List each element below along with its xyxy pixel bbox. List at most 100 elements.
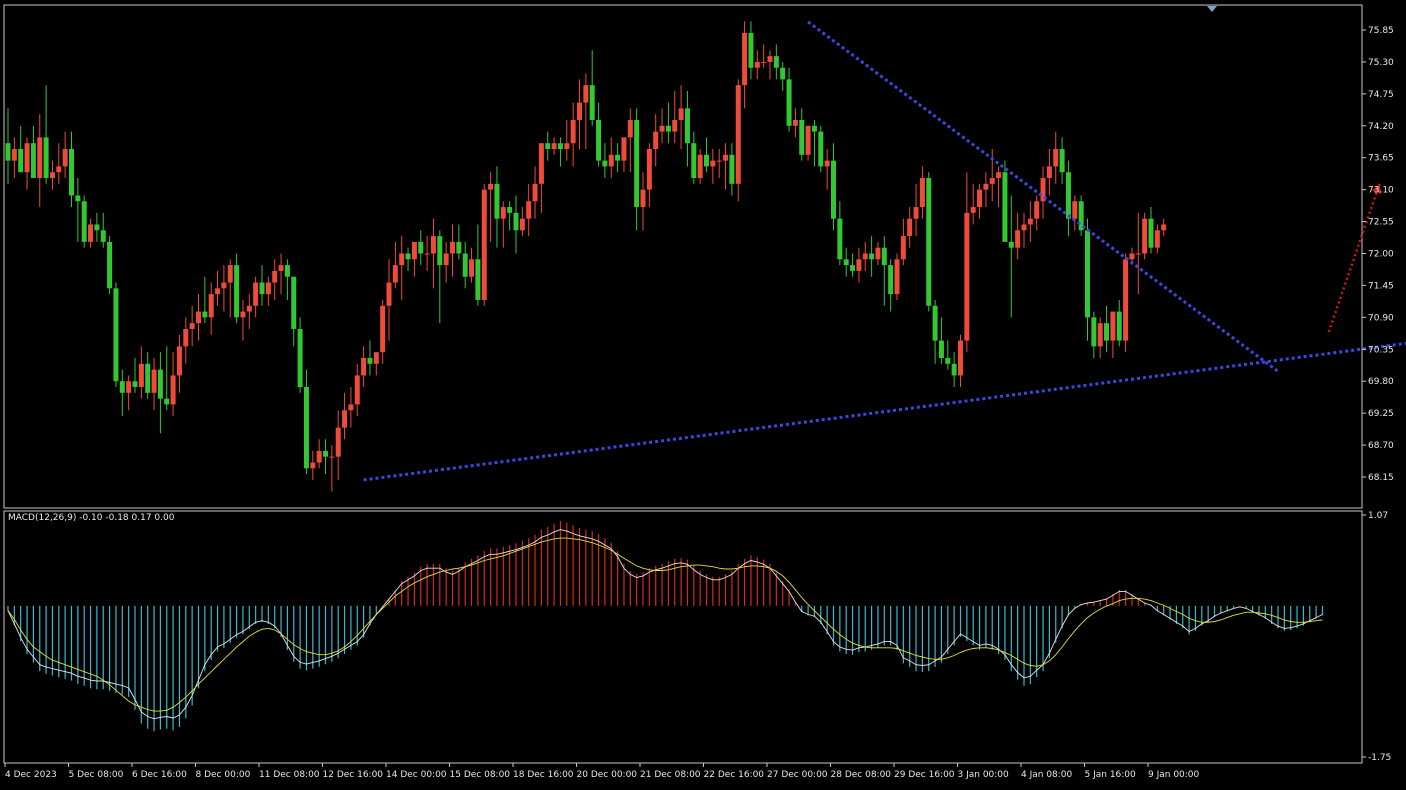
candle[interactable] <box>348 387 353 428</box>
candle[interactable] <box>418 230 423 265</box>
candle[interactable] <box>755 50 760 79</box>
candle[interactable] <box>774 45 779 80</box>
candle[interactable] <box>1015 213 1020 259</box>
candle[interactable] <box>590 50 595 125</box>
candle[interactable] <box>1155 224 1160 253</box>
candle[interactable] <box>1117 300 1122 346</box>
candle[interactable] <box>501 201 506 247</box>
candle[interactable] <box>196 294 201 340</box>
candle[interactable] <box>825 149 830 190</box>
candle[interactable] <box>1066 161 1071 236</box>
candle[interactable] <box>94 213 99 242</box>
candle[interactable] <box>666 103 671 144</box>
candle[interactable] <box>952 352 957 387</box>
lower-trendline[interactable] <box>364 338 1406 480</box>
candle[interactable] <box>660 108 665 143</box>
candle[interactable] <box>1034 195 1039 230</box>
candle[interactable] <box>647 143 652 207</box>
candle[interactable] <box>1110 312 1115 358</box>
candle[interactable] <box>672 91 677 143</box>
candle[interactable] <box>1079 195 1084 236</box>
candle[interactable] <box>545 132 550 161</box>
candle[interactable] <box>691 132 696 184</box>
candle[interactable] <box>456 224 461 259</box>
candle[interactable] <box>977 184 982 219</box>
candle[interactable] <box>1009 195 1014 317</box>
candle[interactable] <box>882 236 887 306</box>
candle[interactable] <box>939 317 944 363</box>
candle[interactable] <box>380 300 385 364</box>
candle[interactable] <box>1028 201 1033 242</box>
candle[interactable] <box>215 271 220 306</box>
candle[interactable] <box>126 375 131 410</box>
candle[interactable] <box>450 224 455 276</box>
candle[interactable] <box>399 236 404 300</box>
candle[interactable] <box>56 143 61 184</box>
candle[interactable] <box>82 195 87 247</box>
candle[interactable] <box>260 265 265 306</box>
candle[interactable] <box>387 259 392 340</box>
candle[interactable] <box>1085 219 1090 341</box>
candle[interactable] <box>1091 312 1096 358</box>
candle[interactable] <box>355 364 360 416</box>
candle[interactable] <box>583 74 588 149</box>
candle[interactable] <box>475 224 480 305</box>
candle[interactable] <box>88 219 93 248</box>
candle[interactable] <box>494 166 499 247</box>
candle[interactable] <box>679 85 684 149</box>
candle[interactable] <box>240 300 245 341</box>
candle[interactable] <box>488 172 493 242</box>
candle[interactable] <box>18 126 23 172</box>
candle[interactable] <box>844 248 849 277</box>
candle[interactable] <box>869 236 874 277</box>
candle[interactable] <box>685 91 690 166</box>
candle[interactable] <box>533 166 538 218</box>
candle[interactable] <box>983 172 988 207</box>
candle[interactable] <box>177 335 182 393</box>
candle[interactable] <box>367 341 372 376</box>
candle[interactable] <box>1002 161 1007 242</box>
candle[interactable] <box>298 317 303 392</box>
candle[interactable] <box>323 439 328 474</box>
candle[interactable] <box>1161 219 1166 236</box>
candle[interactable] <box>190 306 195 347</box>
candle[interactable] <box>964 172 969 352</box>
candle[interactable] <box>75 178 80 242</box>
candle[interactable] <box>37 114 42 207</box>
candle[interactable] <box>158 352 163 433</box>
candle[interactable] <box>888 259 893 311</box>
candle[interactable] <box>602 143 607 178</box>
candle[interactable] <box>698 149 703 184</box>
candle[interactable] <box>183 317 188 363</box>
candle[interactable] <box>812 120 817 166</box>
candle[interactable] <box>875 242 880 265</box>
candle[interactable] <box>723 143 728 189</box>
candle[interactable] <box>780 62 785 91</box>
candle[interactable] <box>717 149 722 178</box>
candle[interactable] <box>145 352 150 398</box>
candle[interactable] <box>374 352 379 375</box>
candle[interactable] <box>63 132 68 178</box>
candle[interactable] <box>31 126 36 178</box>
candle[interactable] <box>539 143 544 213</box>
candle[interactable] <box>793 108 798 137</box>
candle[interactable] <box>787 68 792 132</box>
candle[interactable] <box>25 137 30 189</box>
candle[interactable] <box>6 108 11 183</box>
candle[interactable] <box>736 79 741 201</box>
candle[interactable] <box>1123 254 1128 353</box>
candle[interactable] <box>920 166 925 218</box>
candle[interactable] <box>990 149 995 201</box>
candle[interactable] <box>818 126 823 172</box>
candle[interactable] <box>933 300 938 364</box>
candle[interactable] <box>304 370 309 474</box>
candle[interactable] <box>228 259 233 317</box>
candle[interactable] <box>901 219 906 265</box>
candle[interactable] <box>1104 306 1109 352</box>
candle[interactable] <box>69 132 74 207</box>
candle[interactable] <box>850 254 855 277</box>
candle[interactable] <box>113 283 118 387</box>
candle[interactable] <box>425 236 430 271</box>
candle[interactable] <box>310 451 315 480</box>
candle[interactable] <box>253 277 258 318</box>
